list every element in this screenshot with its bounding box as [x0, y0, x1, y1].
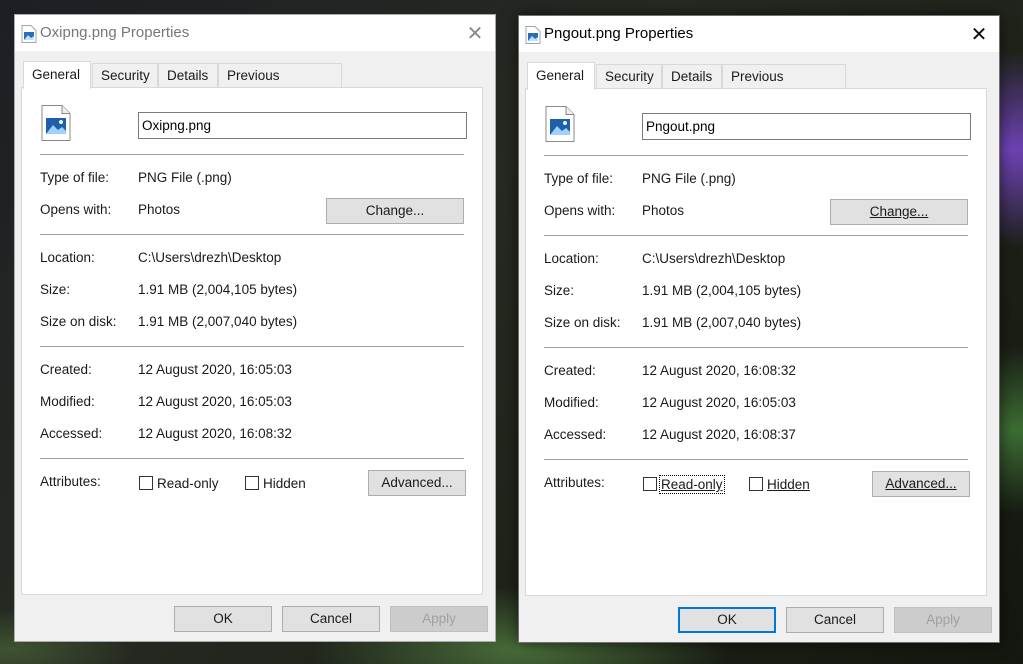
- separator: [40, 234, 464, 235]
- accessed-value: 12 August 2020, 16:08:32: [138, 426, 292, 441]
- cancel-button[interactable]: Cancel: [282, 606, 380, 632]
- readonly-checkbox[interactable]: [139, 476, 153, 490]
- tab-details[interactable]: Details: [158, 63, 218, 87]
- hidden-checkbox[interactable]: [749, 477, 763, 491]
- size-value: 1.91 MB (2,004,105 bytes): [642, 283, 802, 298]
- location-value: C:\Users\drezh\Desktop: [642, 251, 786, 266]
- opens-with-label: Opens with:: [544, 203, 616, 218]
- readonly-checkbox[interactable]: [643, 477, 657, 491]
- png-image-file-icon: [545, 106, 575, 142]
- separator: [40, 458, 464, 459]
- tab-details[interactable]: Details: [662, 64, 722, 88]
- file-name-input[interactable]: [642, 113, 971, 140]
- opens-with-label: Opens with:: [40, 202, 112, 217]
- advanced-button[interactable]: Advanced...: [368, 470, 466, 496]
- change-button[interactable]: Change...: [326, 198, 464, 224]
- window-title: Oxipng.png Properties: [40, 24, 190, 41]
- advanced-button[interactable]: Advanced...: [872, 471, 970, 497]
- pngout-properties-dialog: Pngout.png Properties ✕ General Security…: [518, 15, 1000, 643]
- type-label: Type of file:: [40, 170, 110, 185]
- size-on-disk-label: Size on disk:: [40, 314, 117, 329]
- accessed-value: 12 August 2020, 16:08:37: [642, 427, 796, 442]
- ok-button[interactable]: OK: [678, 607, 776, 633]
- png-file-icon: [21, 25, 37, 43]
- tab-security[interactable]: Security: [92, 63, 158, 87]
- png-image-file-icon: [41, 105, 71, 141]
- separator: [544, 235, 968, 236]
- created-label: Created:: [40, 362, 92, 377]
- modified-label: Modified:: [544, 395, 599, 410]
- modified-value: 12 August 2020, 16:05:03: [138, 394, 292, 409]
- close-icon: ✕: [970, 23, 988, 46]
- tab-general[interactable]: General: [23, 61, 91, 89]
- size-on-disk-label: Size on disk:: [544, 315, 621, 330]
- tab-general[interactable]: General: [527, 62, 595, 90]
- created-value: 12 August 2020, 16:08:32: [642, 363, 796, 378]
- title-bar[interactable]: Pngout.png Properties ✕: [519, 16, 999, 52]
- tab-security[interactable]: Security: [596, 64, 662, 88]
- tab-previous-versions[interactable]: Previous Versions: [218, 63, 342, 107]
- size-on-disk-value: 1.91 MB (2,007,040 bytes): [138, 314, 298, 329]
- modified-value: 12 August 2020, 16:05:03: [642, 395, 796, 410]
- window-title: Pngout.png Properties: [544, 25, 694, 42]
- hidden-label[interactable]: Hidden: [263, 476, 306, 491]
- separator: [544, 459, 968, 460]
- readonly-label[interactable]: Read-only: [659, 475, 725, 494]
- oxipng-properties-dialog: Oxipng.png Properties ✕ General Security…: [14, 14, 496, 642]
- location-value: C:\Users\drezh\Desktop: [138, 250, 282, 265]
- type-value: PNG File (.png): [138, 170, 232, 185]
- type-value: PNG File (.png): [642, 171, 736, 186]
- cancel-button[interactable]: Cancel: [786, 607, 884, 633]
- created-label: Created:: [544, 363, 596, 378]
- title-bar[interactable]: Oxipng.png Properties ✕: [15, 15, 495, 51]
- change-button-label: Change...: [869, 204, 929, 219]
- general-panel: Type of file: PNG File (.png) Opens with…: [525, 88, 987, 596]
- png-file-icon: [525, 26, 541, 44]
- accessed-label: Accessed:: [544, 427, 607, 442]
- apply-button[interactable]: Apply: [894, 607, 992, 633]
- separator: [544, 347, 968, 348]
- hidden-label[interactable]: Hidden: [767, 477, 810, 492]
- size-on-disk-value: 1.91 MB (2,007,040 bytes): [642, 315, 802, 330]
- ok-button[interactable]: OK: [174, 606, 272, 632]
- separator: [544, 155, 968, 156]
- location-label: Location:: [40, 250, 95, 265]
- size-value: 1.91 MB (2,004,105 bytes): [138, 282, 298, 297]
- hidden-checkbox[interactable]: [245, 476, 259, 490]
- opens-with-value: Photos: [642, 203, 685, 218]
- modified-label: Modified:: [40, 394, 95, 409]
- size-label: Size:: [40, 282, 71, 297]
- tab-previous-versions[interactable]: Previous Versions: [722, 64, 846, 108]
- change-button[interactable]: Change...: [830, 199, 968, 225]
- separator: [40, 346, 464, 347]
- attributes-label: Attributes:: [40, 474, 101, 489]
- size-label: Size:: [544, 283, 575, 298]
- attributes-label: Attributes:: [544, 475, 605, 490]
- close-button[interactable]: ✕: [455, 15, 495, 51]
- general-panel: Type of file: PNG File (.png) Opens with…: [21, 87, 483, 595]
- readonly-label[interactable]: Read-only: [157, 476, 219, 491]
- close-button[interactable]: ✕: [959, 16, 999, 52]
- close-icon: ✕: [466, 22, 484, 45]
- file-name-input[interactable]: [138, 112, 467, 139]
- opens-with-value: Photos: [138, 202, 181, 217]
- type-label: Type of file:: [544, 171, 614, 186]
- accessed-label: Accessed:: [40, 426, 103, 441]
- created-value: 12 August 2020, 16:05:03: [138, 362, 292, 377]
- advanced-button-label: Advanced...: [885, 476, 957, 491]
- separator: [40, 154, 464, 155]
- apply-button[interactable]: Apply: [390, 606, 488, 632]
- location-label: Location:: [544, 251, 599, 266]
